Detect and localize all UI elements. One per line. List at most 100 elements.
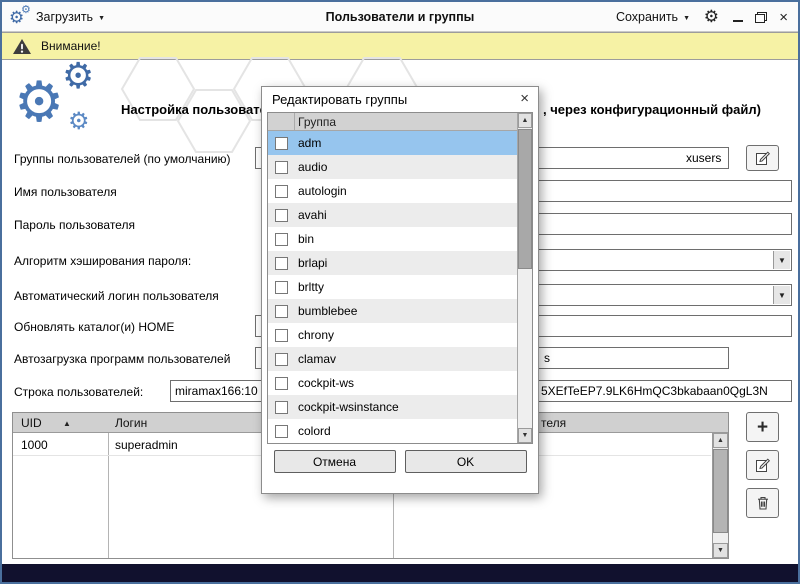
chevron-down-icon: ▼ xyxy=(683,15,690,22)
group-checkbox[interactable] xyxy=(275,137,288,150)
gear-icon: ⚙ xyxy=(21,3,31,16)
scroll-up-icon[interactable]: ▲ xyxy=(713,433,728,448)
group-checkbox[interactable] xyxy=(275,305,288,318)
dropdown-arrow-icon[interactable]: ▼ xyxy=(773,251,790,269)
trash-icon xyxy=(755,495,771,511)
scroll-down-icon[interactable]: ▼ xyxy=(713,543,728,558)
scroll-thumb[interactable] xyxy=(518,129,532,269)
group-row[interactable]: autologin xyxy=(268,179,532,203)
user-string-value-right: 5XEfTeEP7.9LK6HmQC3bkabaan0QgL3N xyxy=(541,384,768,398)
gears-logo-icon: ⚙ ⚙ ⚙ xyxy=(14,62,114,152)
field-label-update-home: Обновлять каталог(и) HOME xyxy=(14,320,174,334)
field-label-username: Имя пользователя xyxy=(14,185,117,199)
group-row-selected[interactable]: adm xyxy=(268,131,532,155)
page-heading-right: , через конфигурационный файл) xyxy=(543,102,761,117)
group-row[interactable]: brltty xyxy=(268,275,532,299)
group-checkbox[interactable] xyxy=(275,377,288,390)
group-checkbox[interactable] xyxy=(275,329,288,342)
gear-icon: ⚙ xyxy=(62,58,94,94)
dropdown-arrow-icon[interactable]: ▼ xyxy=(773,286,790,304)
group-checkbox[interactable] xyxy=(275,233,288,246)
load-button-label: Загрузить xyxy=(36,10,93,24)
scroll-down-icon[interactable]: ▼ xyxy=(518,428,532,443)
column-header-login[interactable]: Логин xyxy=(115,416,147,430)
load-button[interactable]: Загрузить ▼ xyxy=(36,2,105,32)
group-name: brlapi xyxy=(298,256,327,270)
column-header-username[interactable]: теля xyxy=(541,416,566,430)
group-row[interactable]: bumblebee xyxy=(268,299,532,323)
group-name: chrony xyxy=(298,328,334,342)
group-row[interactable]: chrony xyxy=(268,323,532,347)
column-header-group[interactable]: Группа xyxy=(298,115,336,129)
save-button-label: Сохранить xyxy=(616,10,678,24)
group-checkbox[interactable] xyxy=(275,257,288,270)
save-button[interactable]: Сохранить ▼ xyxy=(616,2,690,32)
field-label-default-groups: Группы пользователей (по умолчанию) xyxy=(14,152,231,166)
group-row[interactable]: brlapi xyxy=(268,251,532,275)
dialog-close-icon[interactable]: × xyxy=(520,90,529,107)
scroll-up-icon[interactable]: ▲ xyxy=(518,113,532,128)
field-label-password: Пароль пользователя xyxy=(14,218,135,232)
cell-login: superadmin xyxy=(115,438,178,452)
group-checkbox[interactable] xyxy=(275,281,288,294)
field-label-autologin: Автоматический логин пользователя xyxy=(14,289,219,303)
minimize-button[interactable] xyxy=(733,13,743,22)
pencil-icon xyxy=(755,150,771,166)
delete-user-button[interactable] xyxy=(746,488,779,518)
group-name: clamav xyxy=(298,352,336,366)
group-checkbox[interactable] xyxy=(275,425,288,438)
gear-icon: ⚙ xyxy=(14,74,64,130)
group-name: bin xyxy=(298,232,314,246)
group-checkbox[interactable] xyxy=(275,401,288,414)
group-row[interactable]: clamav xyxy=(268,347,532,371)
group-checkbox[interactable] xyxy=(275,161,288,174)
app-window: ⚙ ⚙ Загрузить ▼ Пользователи и группы Со… xyxy=(0,0,800,584)
group-name: colord xyxy=(298,424,331,438)
dialog-scrollbar[interactable]: ▲ ▼ xyxy=(517,113,532,443)
toolbar: ⚙ ⚙ Загрузить ▼ Пользователи и группы Со… xyxy=(2,2,798,32)
scroll-thumb[interactable] xyxy=(713,449,728,533)
page-heading-left: Настройка пользовате xyxy=(121,102,267,117)
group-checkbox[interactable] xyxy=(275,209,288,222)
warning-icon xyxy=(12,38,32,55)
groups-list-header: Группа xyxy=(268,113,532,131)
chevron-down-icon: ▼ xyxy=(98,15,105,22)
group-row[interactable]: bin xyxy=(268,227,532,251)
pencil-icon xyxy=(755,457,771,473)
edit-user-button[interactable] xyxy=(746,450,779,480)
group-row[interactable]: avahi xyxy=(268,203,532,227)
dialog-title: Редактировать группы xyxy=(272,92,407,107)
app-logo-gears-icon: ⚙ ⚙ xyxy=(9,5,35,29)
group-row[interactable]: colord xyxy=(268,419,532,443)
header-divider xyxy=(294,113,295,130)
group-name: audio xyxy=(298,160,327,174)
group-checkbox[interactable] xyxy=(275,185,288,198)
gear-icon: ⚙ xyxy=(68,110,90,134)
group-checkbox[interactable] xyxy=(275,353,288,366)
group-name: avahi xyxy=(298,208,327,222)
cell-uid: 1000 xyxy=(21,438,48,452)
autostart-value: s xyxy=(544,351,550,365)
user-string-value-left: miramax166:10 xyxy=(175,384,258,398)
close-button[interactable]: × xyxy=(779,10,788,25)
group-row[interactable]: audio xyxy=(268,155,532,179)
edit-groups-button[interactable] xyxy=(746,145,779,171)
add-user-button[interactable]: + xyxy=(746,412,779,442)
group-row[interactable]: cockpit-wsinstance xyxy=(268,395,532,419)
group-name: adm xyxy=(298,136,321,150)
group-row[interactable]: cockpit-ws xyxy=(268,371,532,395)
cancel-button[interactable]: Отмена xyxy=(274,450,396,473)
column-header-uid[interactable]: UID xyxy=(21,416,42,430)
settings-gear-icon[interactable]: ⚙ xyxy=(704,7,719,27)
group-name: cockpit-wsinstance xyxy=(298,400,399,414)
default-groups-value: xusers xyxy=(686,151,721,165)
dialog-buttons: Отмена OK xyxy=(262,450,538,473)
table-scrollbar[interactable]: ▲ ▼ xyxy=(712,433,728,558)
status-bar xyxy=(2,564,798,582)
maximize-button[interactable] xyxy=(755,12,767,23)
ok-button[interactable]: OK xyxy=(405,450,527,473)
warning-text: Внимание! xyxy=(41,39,101,53)
groups-list: Группа adm audio autologin avahi bin xyxy=(267,112,533,444)
sort-asc-icon: ▲ xyxy=(63,419,71,428)
plus-icon: + xyxy=(757,418,768,437)
